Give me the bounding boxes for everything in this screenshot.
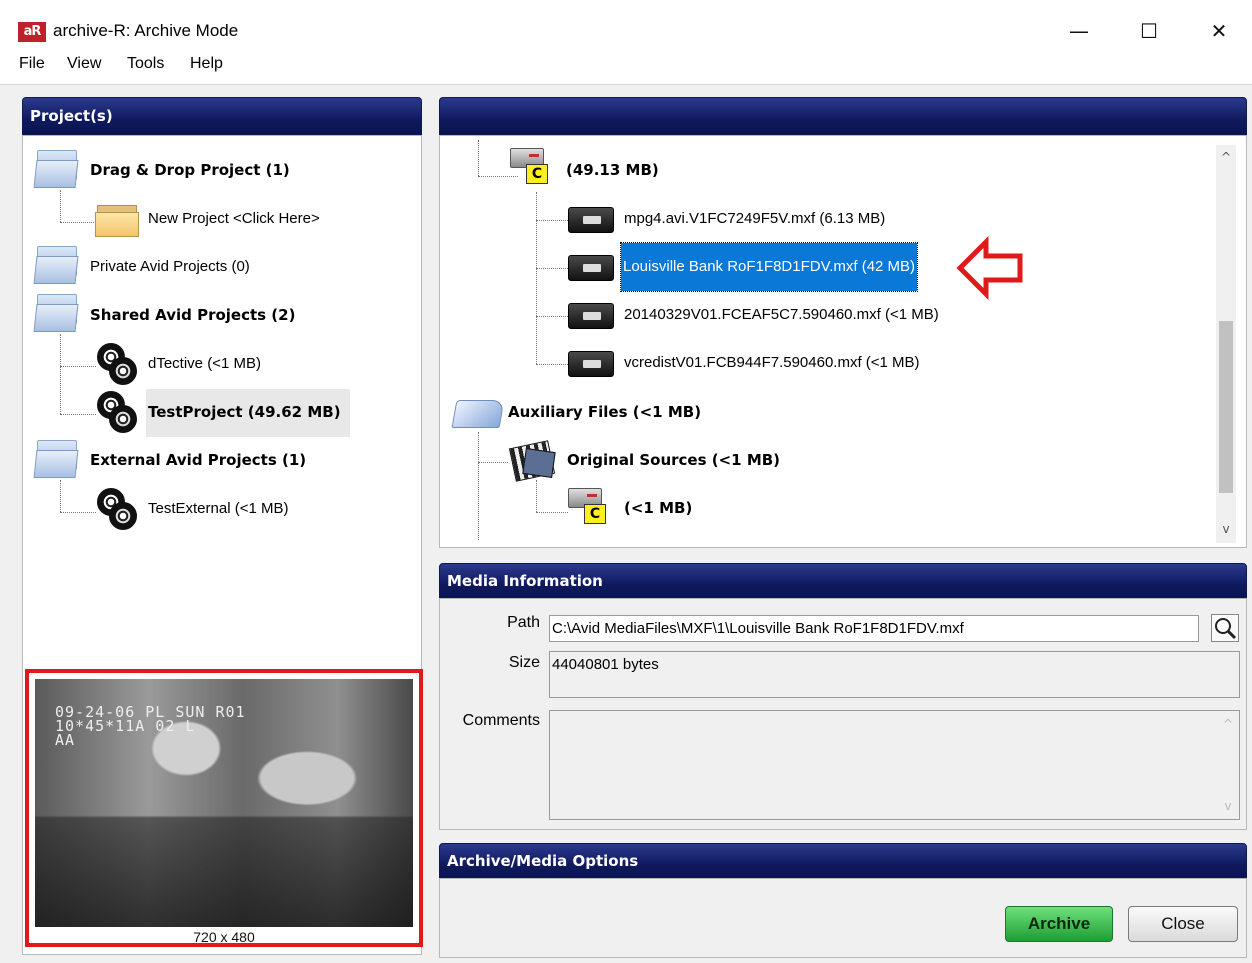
close-button[interactable]: Close <box>1128 906 1238 942</box>
tree-connector <box>536 316 568 317</box>
archive-button[interactable]: Archive <box>1005 906 1113 942</box>
tree-connector <box>536 192 537 364</box>
project-shared-avid[interactable]: Shared Avid Projects (2) <box>90 306 295 324</box>
video-preview-image: 09-24-06 PL SUN R01 10*45*11A 02 L AA <box>35 679 413 927</box>
project-testexternal[interactable]: TestExternal (<1 MB) <box>148 500 288 517</box>
path-field[interactable]: C:\Avid MediaFiles\MXF\1\Louisville Bank… <box>549 615 1199 642</box>
tree-connector <box>478 462 508 463</box>
original-sources-icon <box>508 440 558 482</box>
aux-folder-icon <box>451 394 505 430</box>
tree-connector <box>60 480 61 512</box>
projects-header: Project(s) <box>22 97 422 135</box>
window-title: archive-R: Archive Mode <box>53 21 239 40</box>
media-info-header: Media Information <box>439 563 1247 599</box>
tree-connector <box>60 366 96 367</box>
project-drag-drop[interactable]: Drag & Drop Project (1) <box>90 161 290 179</box>
scroll-down-icon[interactable]: v <box>1216 519 1236 539</box>
menu-file[interactable]: File <box>19 55 45 73</box>
blue-folder-icon <box>33 294 79 332</box>
tree-connector <box>536 512 568 513</box>
auxiliary-files-item[interactable]: Auxiliary Files (<1 MB) <box>508 403 701 421</box>
tree-connector <box>536 268 568 269</box>
maximize-button[interactable]: ☐ <box>1126 16 1172 46</box>
drive-c-icon: C <box>566 486 612 526</box>
blue-folder-icon <box>33 246 79 284</box>
new-project-item[interactable]: New Project <Click Here> <box>148 210 320 227</box>
media-file-item[interactable]: 20140329V01.FCEAF5C7.590460.mxf (<1 MB) <box>624 306 939 323</box>
media-file-icon <box>568 301 614 331</box>
red-arrow-annotation-icon <box>956 236 1023 300</box>
media-file-item-selected[interactable]: Louisville Bank RoF1F8D1FDV.mxf (42 MB) <box>619 242 919 292</box>
media-file-icon <box>568 205 614 235</box>
blue-folder-icon <box>33 440 79 478</box>
video-preview-frame: 09-24-06 PL SUN R01 10*45*11A 02 L AA 72… <box>25 669 423 947</box>
comments-scrollbar[interactable]: ^ v <box>1218 712 1238 818</box>
tree-connector <box>60 334 61 414</box>
tree-connector <box>536 364 568 365</box>
tree-connector <box>60 190 61 222</box>
comments-label: Comments <box>462 712 540 729</box>
drive-c-size[interactable]: (<1 MB) <box>624 499 692 517</box>
menu-help[interactable]: Help <box>190 55 223 73</box>
project-external-avid[interactable]: External Avid Projects (1) <box>90 451 306 469</box>
media-tree-header <box>439 97 1247 135</box>
archive-options-panel <box>439 878 1247 958</box>
drive-c-icon: C <box>508 146 554 186</box>
path-label: Path <box>507 614 540 631</box>
preview-resolution: 720 x 480 <box>193 929 255 945</box>
project-dtective[interactable]: dTective (<1 MB) <box>148 355 261 372</box>
film-reel-icon <box>95 488 139 530</box>
search-button[interactable] <box>1211 614 1239 642</box>
media-tree-panel <box>439 135 1247 548</box>
film-reel-icon <box>95 391 139 433</box>
comments-field[interactable] <box>549 710 1240 820</box>
menu-tools[interactable]: Tools <box>127 55 164 73</box>
archive-options-header: Archive/Media Options <box>439 843 1247 879</box>
scroll-up-icon[interactable]: ^ <box>1216 147 1236 167</box>
tree-connector <box>536 480 537 512</box>
app-icon: aR <box>18 22 46 42</box>
drive-c-size[interactable]: (49.13 MB) <box>566 161 659 179</box>
tree-connector <box>478 432 479 540</box>
tree-connector <box>60 222 96 223</box>
project-testproject[interactable]: TestProject (49.62 MB) <box>148 403 341 421</box>
magnifier-icon <box>1215 618 1237 640</box>
media-file-item[interactable]: mpg4.avi.V1FC7249F5V.mxf (6.13 MB) <box>624 210 885 227</box>
scroll-thumb[interactable] <box>1219 321 1233 493</box>
media-file-item[interactable]: vcredistV01.FCB944F7.590460.mxf (<1 MB) <box>624 354 920 371</box>
osd-line-3: AA <box>55 731 76 749</box>
yellow-folder-icon <box>95 203 141 237</box>
minimize-button[interactable]: — <box>1056 16 1102 46</box>
tree-connector <box>60 414 96 415</box>
blue-folder-icon <box>33 150 79 188</box>
osd-line-2: 10*45*11A 02 L <box>55 717 196 735</box>
media-file-icon <box>568 349 614 379</box>
menu-bar: File View Tools Help <box>0 55 1252 82</box>
tree-connector <box>536 220 568 221</box>
original-sources-item[interactable]: Original Sources (<1 MB) <box>567 451 780 469</box>
tree-connector <box>60 512 96 513</box>
tree-connector <box>478 140 479 176</box>
close-window-button[interactable]: ✕ <box>1196 16 1242 46</box>
title-bar: aR archive-R: Archive Mode — ☐ ✕ <box>0 0 1252 56</box>
media-file-icon <box>568 253 614 283</box>
film-reel-icon <box>95 343 139 385</box>
size-label: Size <box>508 654 540 671</box>
scroll-up-icon[interactable]: ^ <box>1218 714 1238 734</box>
scroll-down-icon[interactable]: v <box>1218 796 1238 816</box>
media-tree-scrollbar[interactable]: ^ v <box>1216 145 1236 543</box>
project-private-avid[interactable]: Private Avid Projects (0) <box>90 258 250 275</box>
size-field[interactable]: 44040801 bytes <box>549 651 1240 698</box>
menu-view[interactable]: View <box>67 55 101 73</box>
